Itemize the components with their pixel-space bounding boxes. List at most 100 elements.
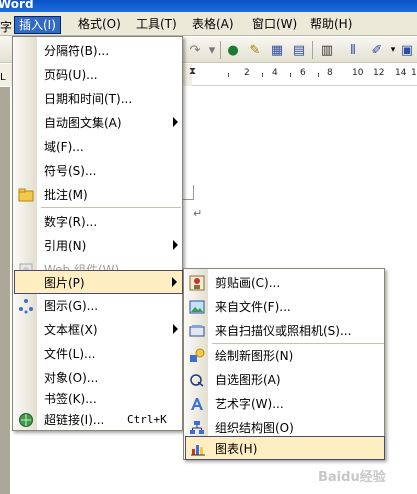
toolbar-separator <box>312 41 313 59</box>
ruler-number: 4 <box>272 68 278 78</box>
submenu-arrow-icon <box>173 324 178 334</box>
menu-item-label: 批注(M) <box>44 188 88 202</box>
menu-item-label: 自动图文集(A) <box>44 116 122 130</box>
menu-item-number[interactable]: 数字(R)... <box>14 210 183 234</box>
submenu-arrow-icon <box>173 117 178 127</box>
submenu-arrow-icon <box>173 240 178 250</box>
menu-item-symbol[interactable]: 符号(S)... <box>14 159 183 183</box>
menu-item-from-file[interactable]: 来自文件(F)... <box>185 295 385 319</box>
show-hide-icon[interactable]: ▣ <box>398 41 416 59</box>
menu-item-date-time[interactable]: 日期和时间(T)... <box>14 87 183 111</box>
picture-file-icon <box>189 299 205 315</box>
menu-item-scanner-camera[interactable]: 来自扫描仪或照相机(S)... <box>185 319 385 343</box>
menu-item-label: 图示(G)... <box>44 299 99 313</box>
menu-item-break[interactable]: 分隔符(B)... <box>14 39 183 63</box>
ruler-number: 16 <box>411 68 417 78</box>
tables-borders-icon[interactable]: ✎ <box>246 41 264 59</box>
insert-menu: 分隔符(B)... 页码(U)... 日期和时间(T)... 自动图文集(A) … <box>12 36 183 431</box>
menu-insert[interactable]: 插入(I) <box>14 16 61 34</box>
menu-item-label: 绘制新图形(N) <box>215 349 294 363</box>
menu-table[interactable]: 表格(A) <box>188 16 238 34</box>
menu-item-label: 引用(N) <box>44 239 87 253</box>
menu-bar: 字 插入(I) 格式(O) 工具(T) 表格(A) 窗口(W) 帮助(H) <box>0 12 417 36</box>
chart-icon <box>190 441 206 457</box>
ruler-tick <box>228 73 229 77</box>
menu-item-page-numbers[interactable]: 页码(U)... <box>14 63 183 87</box>
menu-item-label: 对象(O)... <box>44 371 99 385</box>
ruler-number: 8 <box>327 68 333 78</box>
scanner-icon <box>189 323 205 339</box>
submenu-arrow-icon <box>172 277 177 287</box>
hyperlink-icon <box>18 412 34 428</box>
menu-item-label: 图表(H) <box>215 442 258 456</box>
org-chart-icon <box>189 420 205 436</box>
paragraph-mark-icon: ↵ <box>193 207 203 220</box>
menu-item-label: 页码(U)... <box>44 68 98 82</box>
menu-item-new-drawing[interactable]: 绘制新图形(N) <box>185 344 385 368</box>
menu-window[interactable]: 窗口(W) <box>248 16 301 34</box>
drawing-icon[interactable]: ⫴ <box>344 41 362 59</box>
menu-help[interactable]: 帮助(H) <box>306 16 356 34</box>
clipart-icon <box>189 275 205 291</box>
document-left-margin <box>0 87 10 494</box>
ruler-number: 14 <box>395 68 407 78</box>
menu-item-label: 文件(L)... <box>44 347 96 361</box>
menu-format[interactable]: 格式(O) <box>74 16 125 34</box>
menu-item-field[interactable]: 域(F)... <box>14 135 183 159</box>
new-drawing-icon <box>189 348 205 364</box>
menu-separator <box>41 207 181 208</box>
menu-item-file[interactable]: 文件(L)... <box>14 342 183 366</box>
wordart-icon <box>189 396 205 412</box>
menu-item-shortcut: Ctrl+K <box>127 413 167 426</box>
indent-marker-icon[interactable]: ⧗ <box>189 66 196 77</box>
menu-item-label: 自选图形(A) <box>215 373 281 387</box>
diagram-icon <box>18 298 34 314</box>
columns-icon[interactable]: ▥ <box>318 41 336 59</box>
page-corner-mark <box>193 185 194 200</box>
menu-item-label: 数字(R)... <box>44 215 98 229</box>
menu-tools[interactable]: 工具(T) <box>132 16 181 34</box>
redo-icon[interactable]: ↷ <box>186 41 204 59</box>
toolbar-separator <box>220 41 221 59</box>
comment-folder-icon <box>18 187 34 203</box>
menu-item-autotext[interactable]: 自动图文集(A) <box>14 111 183 135</box>
ruler-tick <box>290 73 291 77</box>
menu-item-picture[interactable]: 图片(P) <box>14 270 183 294</box>
ruler-tick <box>262 73 263 77</box>
menu-item-diagram[interactable]: 图示(G)... <box>14 294 183 318</box>
menubar-lead-text: 字 <box>0 20 13 34</box>
autoshape-icon <box>189 372 205 388</box>
menu-item-label: 组织结构图(O) <box>215 421 294 435</box>
tab-selector[interactable]: L <box>0 72 6 83</box>
menu-item-reference[interactable]: 引用(N) <box>14 234 183 258</box>
menu-item-label: 超链接(I)... <box>44 413 105 427</box>
ruler-number: 6 <box>300 68 306 78</box>
watermark-logo: Baidu经验 <box>318 440 413 488</box>
picture-submenu: 剪贴画(C)... 来自文件(F)... 来自扫描仪或照相机(S)... 绘制新… <box>183 268 385 460</box>
menu-item-autoshapes[interactable]: 自选图形(A) <box>185 368 385 392</box>
menu-item-label: 书签(K)... <box>44 392 97 406</box>
menu-item-comment[interactable]: 批注(M) <box>14 183 183 207</box>
ruler-number: 10 <box>352 68 364 78</box>
menu-item-wordart[interactable]: 艺术字(W)... <box>185 392 385 416</box>
insert-table-icon[interactable]: ▦ <box>268 41 286 59</box>
menu-item-textbox[interactable]: 文本框(X) <box>14 318 183 342</box>
menu-item-label: 符号(S)... <box>44 164 97 178</box>
menu-item-label: 来自扫描仪或照相机(S)... <box>215 324 352 338</box>
menu-item-hyperlink[interactable]: 超链接(I)... Ctrl+K <box>14 408 183 432</box>
redo-dropdown-icon[interactable]: ▾ <box>203 41 221 59</box>
menu-item-clipart[interactable]: 剪贴画(C)... <box>185 271 385 295</box>
menu-item-label: 文本框(X) <box>44 323 98 337</box>
menu-item-label: 分隔符(B)... <box>44 44 110 58</box>
menu-item-label: 剪贴画(C)... <box>215 276 281 290</box>
menu-item-label: 日期和时间(T)... <box>44 92 133 106</box>
insert-excel-icon[interactable]: ▤ <box>290 41 308 59</box>
hyperlink-icon[interactable]: ● <box>224 41 242 59</box>
ruler-number: 2 <box>244 68 250 78</box>
ruler-tick <box>318 73 319 77</box>
ruler-number: 12 <box>373 68 385 78</box>
window-title: Word <box>0 0 34 11</box>
menu-item-label: 域(F)... <box>44 140 84 154</box>
menu-item-label: 图片(P) <box>44 276 85 290</box>
menu-item-label: 来自文件(F)... <box>215 300 291 314</box>
